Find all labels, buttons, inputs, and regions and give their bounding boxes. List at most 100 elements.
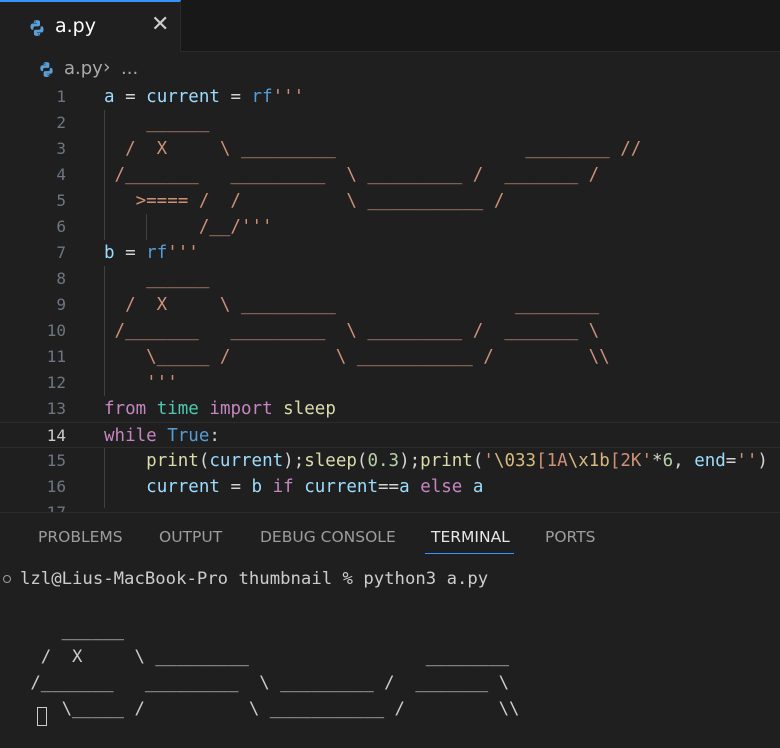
python-file-icon	[40, 62, 53, 77]
tab-ports[interactable]: PORTS	[545, 528, 596, 546]
breadcrumb-symbols[interactable]: ...	[121, 58, 138, 79]
code-token: current	[146, 477, 220, 497]
code-line[interactable]: 2 ______	[0, 110, 780, 136]
code-token: print	[420, 451, 473, 471]
code-token: ______	[104, 113, 210, 133]
code-token: [2K'	[609, 451, 653, 471]
line-number: 16	[46, 477, 66, 496]
code-token: '''	[272, 87, 305, 107]
code-line[interactable]: 4 /_______ _________ \ _________ / _____…	[0, 162, 780, 188]
code-token: ,	[673, 451, 695, 471]
code-line[interactable]: 15 print(current);sleep(0.3);print('\033…	[0, 448, 780, 474]
code-text: >==== / / \ ___________ /	[104, 188, 505, 214]
terminal-panel[interactable]: lzl@Lius-MacBook-Pro thumbnail % python3…	[0, 562, 780, 748]
panel-tab-bar: PROBLEMS OUTPUT DEBUG CONSOLE TERMINAL PORTS	[0, 512, 780, 562]
tab-debug-console[interactable]: DEBUG CONSOLE	[260, 528, 396, 546]
tab-a-py[interactable]: a.py ✕	[0, 0, 181, 52]
code-text: / X \ _________ ________	[104, 292, 599, 318]
tab-problems[interactable]: PROBLEMS	[38, 528, 123, 546]
tab-terminal[interactable]: TERMINAL	[431, 528, 510, 546]
code-line[interactable]: 14 while True:	[0, 422, 780, 448]
code-token: \_____ / \ ___________ / \\	[104, 347, 610, 367]
tab-output[interactable]: OUTPUT	[159, 528, 222, 546]
line-number: 15	[46, 451, 66, 470]
code-text: '''	[104, 370, 178, 396]
code-line[interactable]: 11 \_____ / \ ___________ / \\	[0, 344, 780, 370]
code-token: /_______ _________ \ _________ / _______…	[104, 321, 600, 341]
code-token: current	[209, 451, 284, 471]
code-token: =	[114, 243, 147, 263]
close-icon[interactable]: ✕	[151, 12, 169, 37]
code-token: (	[356, 451, 368, 471]
code-token: [1A	[536, 451, 568, 471]
code-token: =	[219, 87, 252, 107]
terminal-output: lzl@Lius-MacBook-Pro thumbnail % python3…	[20, 566, 519, 748]
line-number: 3	[56, 139, 66, 158]
code-token: sleep	[283, 399, 336, 419]
code-line[interactable]: 8 ______	[0, 266, 780, 292]
code-token: :	[209, 426, 220, 446]
terminal-line: \_____ / \ ___________ / \\	[20, 699, 520, 719]
python-file-icon	[30, 20, 44, 36]
active-tab-indicator	[425, 553, 514, 554]
code-line[interactable]: 17	[0, 500, 780, 512]
code-line[interactable]: 16 current = b if current==a else a	[0, 474, 780, 500]
code-text: /_______ _________ \ _________ / _______…	[104, 318, 600, 344]
code-text: b = rf'''	[104, 240, 199, 266]
code-token: print	[146, 451, 199, 471]
code-token: from	[104, 399, 147, 419]
code-line[interactable]: 10 /_______ _________ \ _________ / ____…	[0, 318, 780, 344]
code-token: b	[251, 477, 263, 497]
breadcrumb-file[interactable]: a.py	[64, 58, 103, 79]
code-line[interactable]: 7 b = rf'''	[0, 240, 780, 266]
terminal-line: lzl@Lius-MacBook-Pro thumbnail % python3…	[20, 569, 489, 589]
code-token: rf	[251, 87, 273, 107]
line-number: 14	[46, 426, 66, 445]
code-token: / X \ _________ ________	[104, 295, 600, 315]
breadcrumb: a.py › ...	[0, 52, 780, 86]
terminal-line: ______	[20, 621, 125, 641]
code-token: /__/'''	[104, 217, 273, 237]
code-line[interactable]: 13 from time import sleep	[0, 396, 780, 422]
code-line[interactable]: 5 >==== / / \ ___________ /	[0, 188, 780, 214]
code-text: ______	[104, 110, 209, 136]
code-line[interactable]: 12 '''	[0, 370, 780, 396]
code-token: / X \ _________ ________ //	[104, 139, 642, 159]
code-line[interactable]: 3 / X \ _________ ________ //	[0, 136, 780, 162]
editor-tab-bar: a.py ✕	[0, 0, 780, 52]
line-number: 13	[46, 399, 66, 418]
code-token: time	[156, 399, 199, 419]
code-text: /_______ _________ \ _________ / _______…	[104, 162, 600, 188]
code-editor[interactable]: 1a = current = rf''' 2 ______ 3 / X \ ____…	[0, 84, 780, 512]
code-token: '	[483, 451, 494, 471]
line-number: 4	[56, 165, 66, 184]
code-text: a = current = rf'''	[104, 84, 304, 110]
code-token: if	[272, 477, 294, 497]
code-token: \x1b	[567, 451, 610, 471]
line-number: 6	[56, 217, 66, 236]
code-token: current	[146, 87, 220, 107]
code-token: *	[652, 451, 663, 471]
code-token: =	[725, 451, 737, 471]
code-line[interactable]: 9 / X \ _________ ________	[0, 292, 780, 318]
code-text: /__/'''	[104, 214, 273, 240]
code-token: b	[104, 243, 115, 263]
code-text: while True:	[104, 423, 220, 449]
tab-label: a.py	[55, 15, 96, 37]
line-number: 10	[46, 321, 66, 340]
code-token: a	[472, 477, 484, 497]
code-token: import	[209, 399, 273, 419]
code-line[interactable]: 6 /__/'''	[0, 214, 780, 240]
code-token: while	[104, 426, 157, 446]
code-line[interactable]: 1 a = current = rf'''	[0, 84, 780, 110]
